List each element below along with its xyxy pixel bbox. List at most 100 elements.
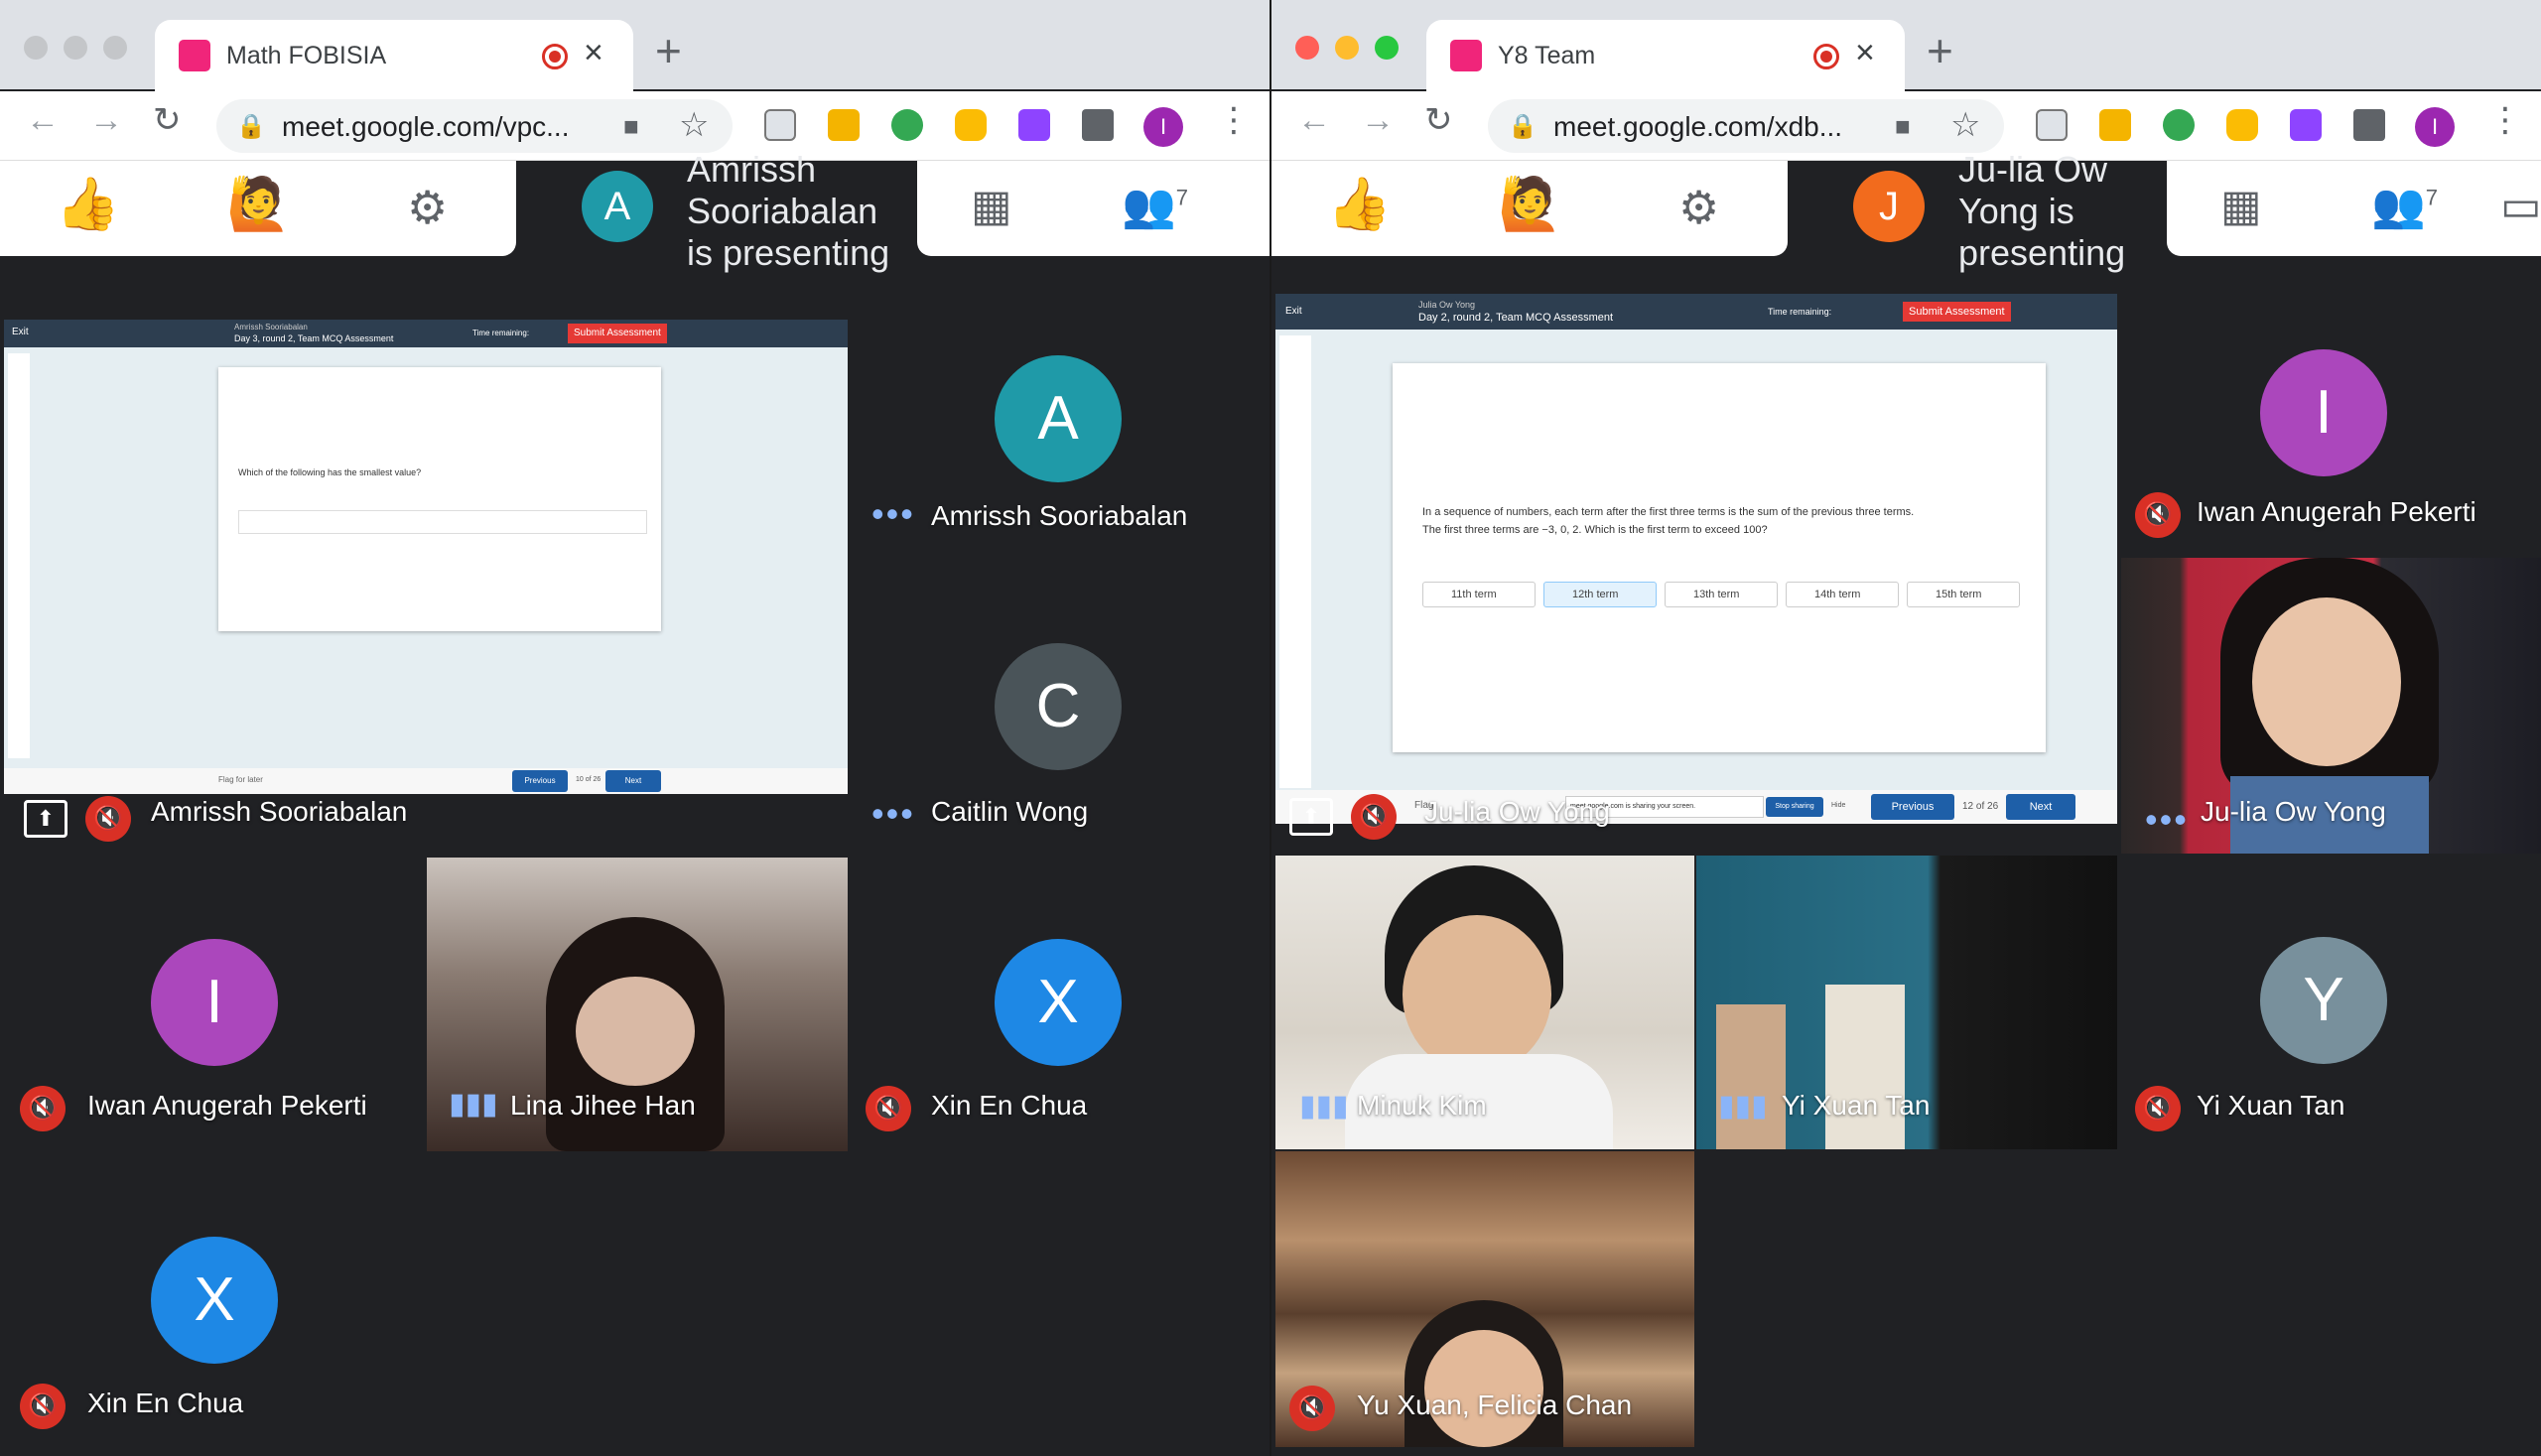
close-tab-icon[interactable]: × [584, 36, 603, 69]
extension-drive-icon[interactable] [2163, 109, 2195, 141]
more-options-icon[interactable]: ••• [871, 496, 915, 532]
minimize-window-button[interactable] [64, 36, 87, 60]
answer-options[interactable] [238, 510, 647, 534]
browser-menu-icon[interactable]: ⋮ [1217, 103, 1251, 137]
participant-avatar: I [2260, 349, 2387, 476]
participant-video-tile[interactable]: ▮▮▮ Yi Xuan Tan [1696, 856, 2117, 1149]
participant-video-tile[interactable]: ••• Ju-lia Ow Yong [2121, 558, 2541, 854]
next-button[interactable]: Next [2006, 794, 2075, 820]
present-to-everyone-icon[interactable]: ⬆ [24, 800, 67, 838]
extension-b-icon[interactable] [1018, 109, 1050, 141]
reader-icon[interactable] [764, 109, 796, 141]
camera-icon[interactable]: ■ [1895, 111, 1911, 142]
address-bar[interactable]: 🔒 meet.google.com/vpc... ■ ☆ [216, 99, 733, 153]
forward-icon[interactable]: → [1361, 103, 1395, 137]
thumbs-up-icon[interactable]: 👍 [1327, 179, 1392, 230]
settings-gear-icon[interactable]: ⚙ [1678, 185, 1719, 230]
exit-link[interactable]: Exit [12, 327, 29, 337]
shared-screen: Exit Julia Ow Yong Day 2, round 2, Team … [1275, 294, 2117, 824]
profile-avatar[interactable]: I [2415, 107, 2455, 147]
extensions-puzzle-icon[interactable] [1082, 109, 1114, 141]
url-text: meet.google.com/xdb... [1553, 111, 1843, 142]
speaking-indicator-icon: ▮▮▮ [1718, 1090, 1768, 1123]
reload-icon[interactable]: ↻ [153, 103, 182, 137]
raise-hand-icon[interactable]: 🙋 [226, 179, 291, 230]
participant-name: Xin En Chua [931, 1090, 1088, 1121]
browser-tab[interactable]: Math FOBISIA × [155, 20, 633, 91]
answer-option[interactable]: 14th term [1786, 582, 1899, 607]
back-icon[interactable]: ← [1297, 103, 1331, 137]
raise-hand-icon[interactable]: 🙋 [1498, 179, 1562, 230]
camera-icon[interactable]: ■ [623, 111, 639, 142]
previous-button[interactable]: Previous [512, 770, 568, 792]
browser-tab[interactable]: Y8 Team × [1426, 20, 1905, 91]
presentation-tile[interactable]: Exit Amrissh Sooriabalan Day 3, round 2,… [4, 320, 848, 854]
participant-video-tile[interactable]: ▮▮▮ Minuk Kim [1275, 856, 1694, 1149]
participant-tile[interactable]: X 🔇 Xin En Chua [4, 1155, 421, 1451]
bookmark-star-icon[interactable]: ☆ [679, 105, 709, 145]
bookmark-star-icon[interactable]: ☆ [1950, 105, 1980, 145]
address-bar[interactable]: 🔒 meet.google.com/xdb... ■ ☆ [1488, 99, 2004, 153]
participants-icon[interactable]: 👥7 [1122, 185, 1188, 228]
previous-button[interactable]: Previous [1871, 794, 1954, 820]
more-options-icon[interactable]: ••• [871, 796, 915, 832]
participant-tile[interactable]: A ••• Amrissh Sooriabalan [852, 320, 1270, 534]
participant-avatar: X [151, 1237, 278, 1364]
answer-option-selected[interactable]: 12th term [1543, 582, 1657, 607]
extension-shield-icon[interactable] [828, 109, 860, 141]
question-index-sidebar [8, 353, 30, 758]
new-tab-button[interactable]: + [655, 28, 682, 73]
meet-favicon-icon [1450, 40, 1482, 71]
participants-icon[interactable]: 👥7 [2371, 185, 2438, 228]
extension-b-icon[interactable] [2290, 109, 2322, 141]
hide-button[interactable]: Hide [1831, 802, 1845, 809]
tab-strip: Y8 Team × + [1271, 0, 2541, 91]
browser-menu-icon[interactable]: ⋮ [2488, 103, 2522, 137]
reader-icon[interactable] [2036, 109, 2068, 141]
tab-title: Math FOBISIA [226, 42, 387, 69]
grid-layout-icon[interactable]: ▦ [971, 185, 1012, 228]
stop-sharing-button[interactable]: Stop sharing [1766, 797, 1823, 817]
close-tab-icon[interactable]: × [1855, 36, 1875, 69]
answer-option[interactable]: 15th term [1907, 582, 2020, 607]
thumbs-up-icon[interactable]: 👍 [56, 179, 120, 230]
forward-icon[interactable]: → [89, 103, 123, 137]
chat-icon[interactable]: ▭ [2500, 185, 2541, 228]
more-options-icon[interactable]: ••• [2145, 802, 2189, 838]
question-text: The first three terms are −3, 0, 2. Whic… [1422, 524, 1768, 536]
extension-shield-icon[interactable] [2099, 109, 2131, 141]
participant-tile[interactable]: X 🔇 Xin En Chua [852, 858, 1270, 1151]
extensions-puzzle-icon[interactable] [2353, 109, 2385, 141]
participant-tile[interactable]: I 🔇 Iwan Anugerah Pekerti [2121, 320, 2541, 558]
extension-thumb-icon[interactable] [2226, 109, 2258, 141]
profile-avatar[interactable]: I [1143, 107, 1183, 147]
settings-gear-icon[interactable]: ⚙ [407, 185, 448, 230]
flag-for-later[interactable]: Flag for later [218, 775, 263, 784]
participant-tile[interactable]: C ••• Caitlin Wong [852, 536, 1270, 854]
extension-drive-icon[interactable] [891, 109, 923, 141]
close-window-button[interactable] [1295, 36, 1319, 60]
minimize-window-button[interactable] [1335, 36, 1359, 60]
present-to-everyone-icon[interactable]: ⬆ [1289, 798, 1333, 836]
back-icon[interactable]: ← [26, 103, 60, 137]
presentation-tile[interactable]: Exit Julia Ow Yong Day 2, round 2, Team … [1275, 294, 2117, 854]
participant-tile[interactable]: Y 🔇 Yi Xuan Tan [2121, 856, 2541, 1149]
extension-thumb-icon[interactable] [955, 109, 987, 141]
zoom-window-button[interactable] [103, 36, 127, 60]
next-button[interactable]: Next [605, 770, 661, 792]
reactions-bar: 👍 🙋 ⚙ [0, 161, 516, 256]
grid-layout-icon[interactable]: ▦ [2220, 185, 2262, 228]
answer-option[interactable]: 11th term [1422, 582, 1536, 607]
close-window-button[interactable] [24, 36, 48, 60]
answer-option[interactable]: 13th term [1665, 582, 1778, 607]
zoom-window-button[interactable] [1375, 36, 1399, 60]
new-tab-button[interactable]: + [1927, 28, 1953, 73]
submit-assessment-button[interactable]: Submit Assessment [568, 324, 667, 343]
participant-video-tile[interactable]: ▮▮▮ Lina Jihee Han [427, 858, 848, 1151]
exit-link[interactable]: Exit [1285, 306, 1302, 317]
submit-assessment-button[interactable]: Submit Assessment [1903, 302, 2011, 322]
shared-screen: Exit Amrissh Sooriabalan Day 3, round 2,… [4, 320, 848, 794]
reload-icon[interactable]: ↻ [1424, 103, 1453, 137]
participant-video-tile[interactable]: 🔇 Yu Xuan, Felicia Chan [1275, 1151, 1694, 1447]
participant-tile[interactable]: I 🔇 Iwan Anugerah Pekerti [4, 858, 421, 1151]
